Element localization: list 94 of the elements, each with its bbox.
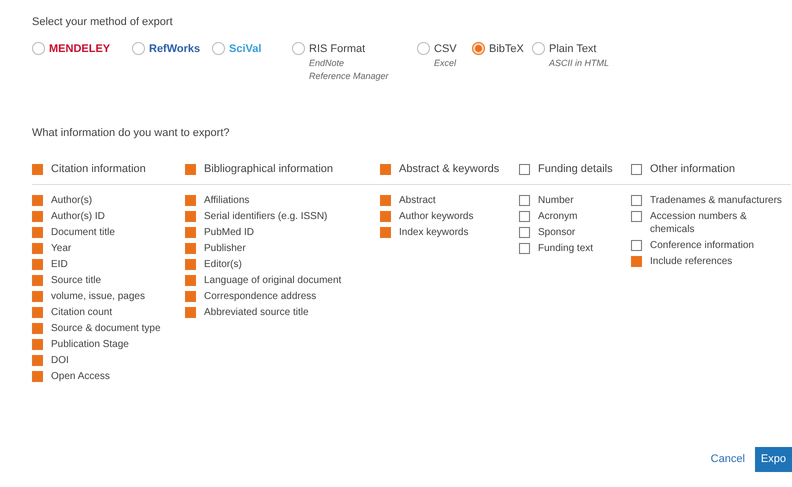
checkbox[interactable] — [32, 195, 43, 206]
option-sublabel: EndNote — [309, 57, 346, 70]
radio-button[interactable] — [132, 42, 145, 54]
option-label: Affiliations — [204, 194, 250, 207]
checkbox[interactable] — [32, 275, 43, 286]
option-label: Language of original document — [204, 274, 342, 287]
radio-button[interactable] — [212, 42, 225, 54]
option-label: Author(s) — [51, 194, 92, 207]
group-label: Other information — [650, 163, 735, 176]
radio-button[interactable] — [292, 42, 305, 54]
checkbox[interactable] — [185, 275, 196, 286]
checkbox[interactable] — [631, 164, 642, 175]
option-label: Publication Stage — [51, 338, 129, 351]
logo-label: RefWorks — [149, 42, 200, 56]
radio-button[interactable] — [472, 42, 485, 54]
checkbox[interactable] — [631, 211, 642, 222]
checkbox[interactable] — [185, 291, 196, 302]
group-label: Bibliographical information — [204, 163, 334, 176]
checkbox[interactable] — [631, 256, 642, 267]
radio-button[interactable] — [417, 42, 430, 54]
section-prompt: What information do you want to export? — [32, 126, 230, 140]
checkbox[interactable] — [32, 355, 43, 366]
export-button[interactable]: Expo — [754, 447, 792, 472]
option-label: DOI — [51, 354, 69, 367]
checkbox[interactable] — [185, 307, 196, 318]
option-sublabel: ASCII in HTML — [549, 57, 610, 70]
option-label: Accession numbers & chemicals — [650, 210, 748, 236]
checkbox[interactable] — [32, 371, 43, 382]
radio-button[interactable] — [32, 42, 45, 54]
section-prompt: Select your method of export — [32, 15, 174, 30]
checkbox[interactable] — [32, 339, 43, 350]
checkbox[interactable] — [32, 243, 43, 254]
option-label: Publisher — [204, 242, 246, 255]
group-label: Abstract & keywords — [399, 163, 500, 176]
option-label: Funding text — [538, 242, 594, 255]
checkbox[interactable] — [380, 164, 391, 175]
option-label: Tradenames & manufacturers — [650, 194, 782, 207]
option-label: EID — [51, 258, 68, 271]
option-label: Document title — [51, 226, 115, 239]
option-label: Abstract — [399, 194, 436, 207]
option-label: Conference information — [650, 239, 754, 252]
checkbox[interactable] — [519, 164, 530, 175]
option-label: Include references — [650, 255, 732, 268]
option-label: Sponsor — [538, 226, 576, 239]
option-label: Number — [538, 194, 574, 207]
option-label: CSV — [434, 42, 457, 56]
checkbox[interactable] — [631, 195, 642, 206]
checkbox[interactable] — [380, 227, 391, 238]
checkbox[interactable] — [185, 227, 196, 238]
option-label: Acronym — [538, 210, 578, 223]
option-label: volume, issue, pages — [51, 290, 145, 303]
checkbox[interactable] — [631, 240, 642, 251]
checkbox[interactable] — [519, 243, 530, 254]
checkbox[interactable] — [32, 307, 43, 318]
checkbox[interactable] — [32, 164, 43, 175]
checkbox[interactable] — [185, 243, 196, 254]
group-label: Funding details — [538, 163, 613, 176]
option-sublabel: Reference Manager — [309, 70, 389, 83]
logo-label: SciVal — [229, 42, 262, 56]
option-label: Index keywords — [399, 226, 468, 239]
checkbox[interactable] — [519, 227, 530, 238]
logo-label: MENDELEY — [49, 42, 110, 56]
group-label: Citation information — [51, 163, 146, 176]
option-label: Year — [51, 242, 72, 255]
checkbox[interactable] — [32, 211, 43, 222]
checkbox[interactable] — [32, 323, 43, 334]
checkbox[interactable] — [380, 195, 391, 206]
option-label: BibTeX — [489, 42, 524, 56]
option-label: Plain Text — [549, 42, 598, 56]
option-label: Open Access — [51, 370, 110, 383]
option-label: RIS Format — [309, 42, 366, 56]
option-label: Author keywords — [399, 210, 474, 223]
radio-button[interactable] — [532, 42, 545, 54]
cancel-link[interactable]: Cancel — [710, 451, 745, 468]
option-label: Citation count — [51, 306, 112, 319]
checkbox[interactable] — [185, 195, 196, 206]
checkbox[interactable] — [32, 227, 43, 238]
checkbox[interactable] — [519, 195, 530, 206]
checkbox[interactable] — [380, 211, 391, 222]
checkbox[interactable] — [32, 259, 43, 270]
option-label: Abbreviated source title — [204, 306, 309, 319]
checkbox[interactable] — [185, 164, 196, 175]
option-label: Serial identifiers (e.g. ISSN) — [204, 210, 328, 223]
option-label: Author(s) ID — [51, 210, 105, 223]
checkbox[interactable] — [185, 211, 196, 222]
option-sublabel: Excel — [434, 57, 457, 70]
checkbox[interactable] — [32, 291, 43, 302]
checkbox[interactable] — [185, 259, 196, 270]
checkbox[interactable] — [519, 211, 530, 222]
option-label: Editor(s) — [204, 258, 242, 271]
option-label: PubMed ID — [204, 226, 254, 239]
option-label: Source title — [51, 274, 102, 287]
option-label: Source & document type — [51, 322, 161, 335]
option-label: Correspondence address — [204, 290, 316, 303]
